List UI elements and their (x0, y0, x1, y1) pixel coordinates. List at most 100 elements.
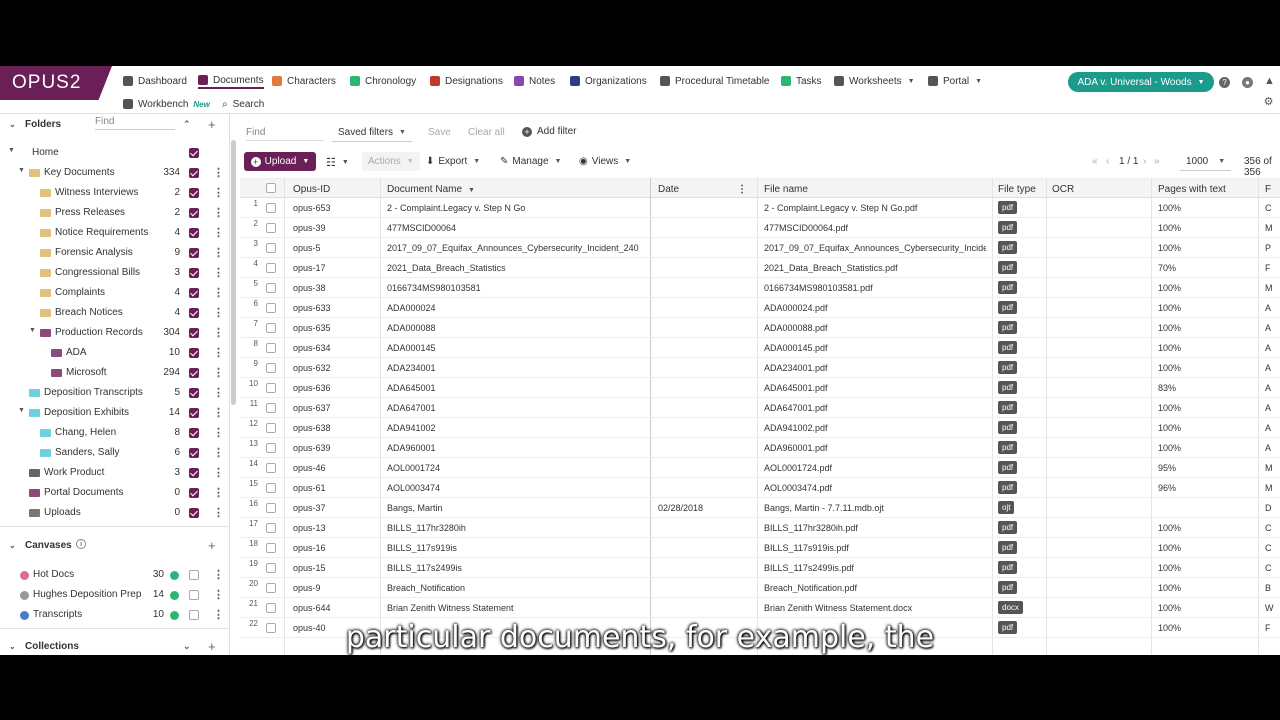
more-icon[interactable]: ⋮ (213, 186, 224, 199)
more-icon[interactable]: ⋮ (213, 446, 224, 459)
row-checkbox[interactable] (266, 523, 276, 533)
folder-item[interactable]: ▼ Home (0, 144, 229, 162)
column-header-date[interactable]: Date (658, 184, 679, 195)
row-checkbox[interactable] (266, 323, 276, 333)
folder-item[interactable]: Chang, Helen 8 ⋮ (0, 424, 229, 442)
folder-checkbox[interactable] (189, 448, 199, 458)
opus2-logo[interactable]: OPUS2 (0, 66, 112, 100)
folder-checkbox[interactable] (189, 388, 199, 398)
table-row[interactable]: 18 opus-16 BILLS_117s919is BILLS_117s919is.… (240, 538, 1280, 558)
gear-icon[interactable]: ⚙ (1263, 97, 1274, 108)
row-checkbox[interactable] (266, 463, 276, 473)
folder-item[interactable]: ▼ Deposition Exhibits 14 ⋮ (0, 404, 229, 422)
prev-page-icon[interactable]: ‹ (1106, 156, 1109, 167)
more-icon[interactable]: ⋮ (213, 506, 224, 519)
row-checkbox[interactable] (266, 343, 276, 353)
table-row[interactable]: 20 opus-9 Breach_Notification Breach_Notifi… (240, 578, 1280, 598)
column-header-opus-id[interactable]: Opus-ID (293, 184, 330, 195)
more-icon[interactable]: ⋮ (213, 588, 224, 601)
next-page-icon[interactable]: › (1143, 156, 1146, 167)
nav-workbench[interactable]: Workbench New (123, 96, 210, 112)
expand-toggle-icon[interactable]: ▼ (8, 147, 15, 154)
row-checkbox[interactable] (266, 443, 276, 453)
row-checkbox[interactable] (266, 403, 276, 413)
user-icon[interactable]: ● (1242, 77, 1253, 88)
folder-item[interactable]: Breach Notices 4 ⋮ (0, 304, 229, 322)
row-checkbox[interactable] (266, 383, 276, 393)
table-row[interactable]: 1 opus-653 2 - Complaint.Legacy v. Step N … (240, 198, 1280, 218)
row-checkbox[interactable] (266, 263, 276, 273)
more-icon[interactable]: ⋮ (213, 486, 224, 499)
nav-characters[interactable]: Characters (272, 73, 336, 89)
folder-item[interactable]: ▼ Key Documents 334 ⋮ (0, 164, 229, 182)
folder-item[interactable]: ▼ Production Records 304 ⋮ (0, 324, 229, 342)
table-row[interactable]: 17 opus-13 BILLS_117hr3280ih BILLS_117hr328… (240, 518, 1280, 538)
more-icon[interactable]: ⋮ (213, 568, 224, 581)
table-row[interactable]: 12 opus-638 ADA941002 ADA941002.pdf pdf 100% A (240, 418, 1280, 438)
folder-find-input[interactable]: Find (95, 116, 175, 130)
folder-item[interactable]: Notice Requirements 4 ⋮ (0, 224, 229, 242)
expand-toggle-icon[interactable]: ▼ (18, 167, 25, 174)
folder-item[interactable]: Deposition Transcripts 5 ⋮ (0, 384, 229, 402)
case-selector[interactable]: ADA v. Universal - Woods ▼ (1068, 72, 1214, 92)
help-icon[interactable]: ? (1219, 77, 1230, 88)
more-icon[interactable]: ⋮ (213, 266, 224, 279)
folder-checkbox[interactable] (189, 148, 199, 158)
column-menu-icon[interactable]: ⋮ (737, 184, 747, 195)
more-icon[interactable]: ⋮ (213, 306, 224, 319)
table-row[interactable]: 19 opus-15 BILLS_117s2499is BILLS_117s2499i… (240, 558, 1280, 578)
folder-checkbox[interactable] (189, 508, 199, 518)
folder-item[interactable]: Portal Documents 0 ⋮ (0, 484, 229, 502)
row-checkbox[interactable] (266, 363, 276, 373)
nav-chronology[interactable]: Chronology (350, 73, 416, 89)
row-checkbox[interactable] (266, 303, 276, 313)
manage-dropdown[interactable]: ✎ Manage ▼ (500, 156, 561, 167)
folder-checkbox[interactable] (189, 348, 199, 358)
folder-item[interactable]: Sanders, Sally 6 ⋮ (0, 444, 229, 462)
row-checkbox[interactable] (266, 243, 276, 253)
row-checkbox[interactable] (266, 203, 276, 213)
clear-all-button[interactable]: Clear all (468, 127, 505, 138)
more-icon[interactable]: ⋮ (213, 426, 224, 439)
table-row[interactable]: 7 opus-635 ADA000088 ADA000088.pdf pdf 100% A (240, 318, 1280, 338)
folder-checkbox[interactable] (189, 208, 199, 218)
folder-item[interactable]: Complaints 4 ⋮ (0, 284, 229, 302)
row-checkbox[interactable] (266, 583, 276, 593)
canvas-checkbox[interactable] (189, 570, 199, 580)
canvas-checkbox[interactable] (189, 610, 199, 620)
folder-checkbox[interactable] (189, 488, 199, 498)
table-row[interactable]: 15 opus-61 AOL0003474 AOL0003474.pdf pdf 96% M (240, 478, 1280, 498)
nav-documents[interactable]: Documents (198, 73, 264, 89)
folder-checkbox[interactable] (189, 308, 199, 318)
column-header-ocr[interactable]: OCR (1052, 184, 1074, 195)
nav-procedural-timetable[interactable]: Procedural Timetable (660, 73, 770, 89)
sidebar-scrollbar[interactable] (231, 140, 236, 405)
row-checkbox[interactable] (266, 483, 276, 493)
folder-checkbox[interactable] (189, 268, 199, 278)
select-all-checkbox[interactable] (266, 183, 276, 193)
folder-item[interactable]: Witness Interviews 2 ⋮ (0, 184, 229, 202)
column-header-pages-with-text[interactable]: Pages with text (1158, 184, 1226, 195)
row-checkbox[interactable] (266, 603, 276, 613)
bell-icon[interactable]: ▲ (1264, 76, 1275, 87)
chevron-down-icon[interactable]: ⌄ (9, 541, 16, 550)
views-dropdown[interactable]: ◉ Views ▼ (579, 156, 631, 167)
table-row[interactable]: 21 opus-644 Brian Zenith Witness Statement… (240, 598, 1280, 618)
folder-checkbox[interactable] (189, 428, 199, 438)
row-checkbox[interactable] (266, 543, 276, 553)
folder-checkbox[interactable] (189, 248, 199, 258)
table-row[interactable]: 13 opus-639 ADA960001 ADA960001.pdf pdf 100% A (240, 438, 1280, 458)
collapse-all-icon[interactable]: ⌃ (183, 119, 191, 130)
folder-item[interactable]: ADA 10 ⋮ (0, 344, 229, 362)
canvas-checkbox[interactable] (189, 590, 199, 600)
last-page-icon[interactable]: » (1154, 156, 1160, 167)
nav-portal[interactable]: Portal ▼ (928, 73, 982, 89)
table-row[interactable]: 6 opus-633 ADA000024 ADA000024.pdf pdf 100% A (240, 298, 1280, 318)
info-icon[interactable]: i (76, 539, 86, 549)
column-layout-button[interactable]: ☷ ▼ (326, 156, 349, 169)
table-row[interactable]: 5 opus-38 0166734MS980103581 0166734MS98010… (240, 278, 1280, 298)
document-find-input[interactable]: Find (246, 125, 324, 141)
more-icon[interactable]: ⋮ (213, 206, 224, 219)
save-filter-button[interactable]: Save (428, 127, 451, 138)
nav-tasks[interactable]: Tasks (781, 73, 822, 89)
